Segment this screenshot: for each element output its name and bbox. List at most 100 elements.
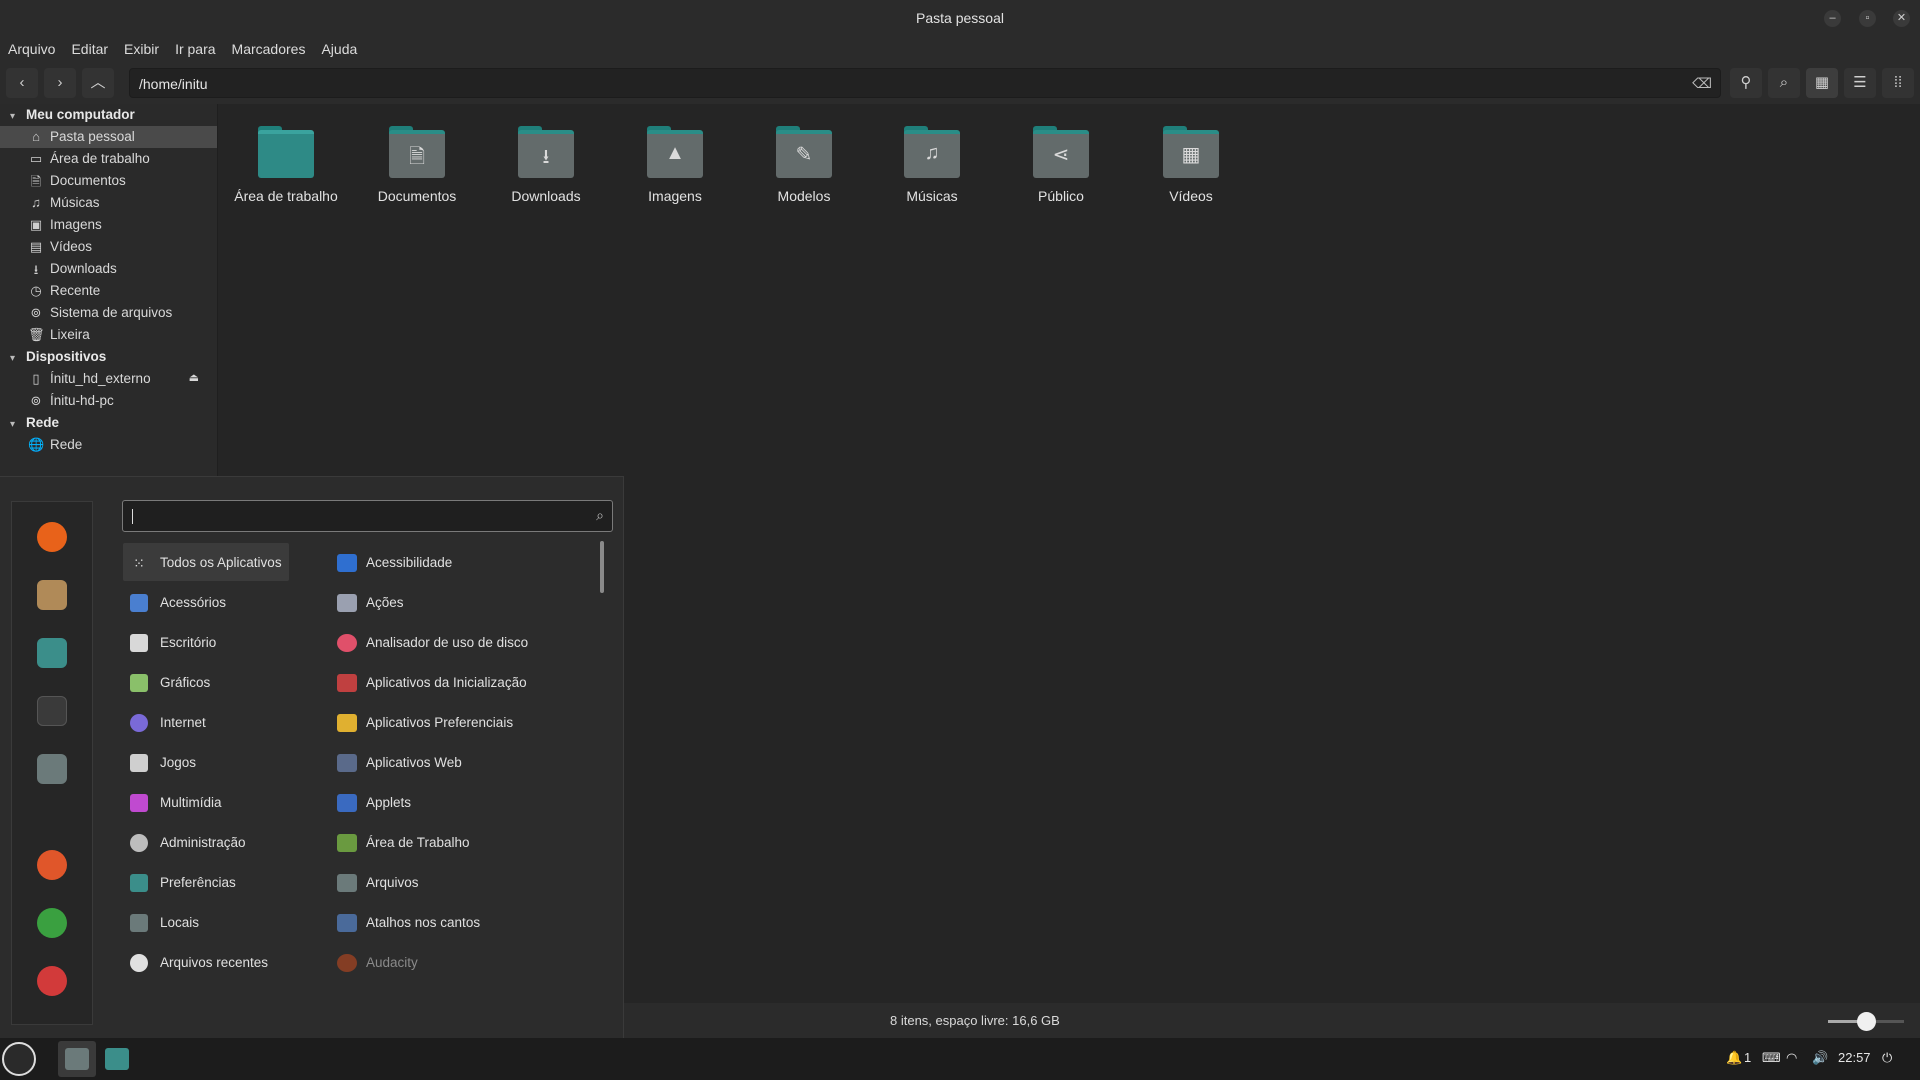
sidebar-item-recente[interactable]: ◷ Recente — [0, 280, 217, 302]
icon-view-button[interactable]: ▦ — [1806, 68, 1838, 98]
sidebar-item-downloads[interactable]: ⭳ Downloads — [0, 258, 217, 280]
sidebar-item-pc-drive[interactable]: ⊚ Ínitu-hd-pc — [0, 390, 217, 412]
power-tray-icon[interactable]: ⏻ — [1882, 1050, 1892, 1066]
settings-taskbar-button[interactable] — [98, 1041, 136, 1077]
terminal-icon[interactable] — [37, 696, 67, 726]
sidebar-section-dispositivos[interactable]: ▾ Dispositivos — [10, 349, 106, 364]
sidebar-item-imagens[interactable]: ▣ Imagens — [0, 214, 217, 236]
close-button[interactable]: ✕ — [1893, 10, 1910, 27]
folder-imagens[interactable]: ▲ Imagens — [620, 118, 730, 210]
hot-corners-icon — [337, 914, 357, 932]
app-arquivos[interactable]: Arquivos — [329, 863, 589, 901]
category-multimidia[interactable]: Multimídia — [123, 783, 289, 821]
app-area-de-trabalho[interactable]: Área de Trabalho — [329, 823, 589, 861]
power-icon[interactable] — [37, 966, 67, 996]
category-escritorio[interactable]: Escritório — [123, 623, 289, 661]
package-manager-icon[interactable] — [37, 580, 67, 610]
menu-editar[interactable]: Editar — [63, 36, 116, 62]
sidebar-item-rede[interactable]: 🌐 Rede — [0, 434, 217, 456]
compact-view-button[interactable]: ⁞⁞ — [1882, 68, 1914, 98]
disk-usage-icon — [337, 634, 357, 652]
preferences-icon — [130, 874, 148, 892]
app-aplicativos-preferenciais[interactable]: Aplicativos Preferenciais — [329, 703, 589, 741]
logout-icon[interactable] — [37, 908, 67, 938]
back-button[interactable]: ‹ — [6, 68, 38, 98]
menu-bar: Arquivo Editar Exibir Ir para Marcadores… — [0, 36, 1920, 62]
drive-icon: ⊚ — [30, 393, 42, 408]
sidebar-item-documentos[interactable]: 🗎 Documentos — [0, 170, 217, 192]
category-arquivos-recentes[interactable]: Arquivos recentes — [123, 943, 289, 981]
app-analisador-de-disco[interactable]: Analisador de uso de disco — [329, 623, 589, 661]
search-button[interactable]: ⌕ — [1768, 68, 1800, 98]
lock-screen-icon[interactable] — [37, 850, 67, 880]
app-search-input[interactable]: ⌕ — [122, 500, 613, 532]
toggle-location-button[interactable]: ⚲ — [1730, 68, 1762, 98]
location-bar[interactable]: /home/initu ⌫ — [129, 68, 1721, 98]
menu-marcadores[interactable]: Marcadores — [224, 36, 314, 62]
startup-apps-icon — [337, 674, 357, 692]
app-list-scrollbar[interactable] — [600, 541, 604, 593]
public-folder-icon: ⋖ — [1033, 126, 1089, 178]
menu-icon[interactable] — [2, 1042, 36, 1076]
category-preferencias[interactable]: Preferências — [123, 863, 289, 901]
desktop-icon: ▭ — [29, 151, 43, 166]
folder-modelos[interactable]: ✎ Modelos — [749, 118, 859, 210]
settings-icon[interactable] — [37, 638, 67, 668]
menu-exibir[interactable]: Exibir — [116, 36, 167, 62]
folder-area-de-trabalho[interactable]: Área de trabalho — [231, 118, 341, 210]
list-view-button[interactable]: ☰ — [1844, 68, 1876, 98]
folder-musicas[interactable]: ♫ Músicas — [877, 118, 987, 210]
folder-videos[interactable]: ▦ Vídeos — [1136, 118, 1246, 210]
folder-downloads[interactable]: ⭳ Downloads — [491, 118, 601, 210]
eject-icon[interactable]: ⏏ — [189, 371, 199, 384]
keyboard-icon[interactable]: ⌨ — [1762, 1050, 1781, 1066]
category-jogos[interactable]: Jogos — [123, 743, 289, 781]
sidebar-item-external-drive[interactable]: ▯ Ínitu_hd_externo ⏏ — [0, 368, 217, 390]
app-acessibilidade[interactable]: Acessibilidade — [329, 543, 589, 581]
volume-icon[interactable]: 🔊 — [1812, 1050, 1828, 1066]
sidebar-item-videos[interactable]: ▤ Vídeos — [0, 236, 217, 258]
clock[interactable]: 22:57 — [1838, 1050, 1871, 1065]
files-taskbar-button[interactable] — [58, 1041, 96, 1077]
category-internet[interactable]: Internet — [123, 703, 289, 741]
zoom-slider-handle[interactable] — [1857, 1012, 1876, 1031]
minimize-button[interactable]: – — [1824, 10, 1841, 27]
files-icon[interactable] — [37, 754, 67, 784]
category-graficos[interactable]: Gráficos — [123, 663, 289, 701]
up-button[interactable]: ︿ — [82, 68, 114, 98]
sidebar-section-rede[interactable]: ▾ Rede — [10, 415, 59, 430]
app-audacity[interactable]: Audacity — [329, 943, 589, 981]
home-icon: ⌂ — [32, 129, 40, 144]
maximize-button[interactable]: ▫ — [1859, 10, 1876, 27]
internet-icon — [130, 714, 148, 732]
forward-button[interactable]: › — [44, 68, 76, 98]
wifi-icon[interactable]: ◠ — [1786, 1050, 1797, 1066]
app-aplicativos-da-inicializacao[interactable]: Aplicativos da Inicialização — [329, 663, 589, 701]
notifications-icon[interactable]: 🔔 — [1726, 1050, 1742, 1066]
category-todos-os-aplicativos[interactable]: ⁙ Todos os Aplicativos — [123, 543, 289, 581]
app-aplicativos-web[interactable]: Aplicativos Web — [329, 743, 589, 781]
menu-ajuda[interactable]: Ajuda — [313, 36, 365, 62]
folder-documentos[interactable]: 🗎 Documentos — [362, 118, 472, 210]
sidebar-item-area-de-trabalho[interactable]: ▭ Área de trabalho — [0, 148, 217, 170]
pictures-folder-icon: ▲ — [647, 126, 703, 178]
sidebar-section-meu-computador[interactable]: ▾ Meu computador — [10, 107, 135, 122]
sidebar-item-lixeira[interactable]: 🗑 Lixeira — [0, 324, 217, 346]
menu-ir-para[interactable]: Ir para — [167, 36, 223, 62]
app-acoes[interactable]: Ações — [329, 583, 589, 621]
firefox-icon[interactable] — [37, 522, 67, 552]
clear-icon[interactable]: ⌫ — [1692, 75, 1712, 92]
sidebar-item-sistema-de-arquivos[interactable]: ⊚ Sistema de arquivos — [0, 302, 217, 324]
category-administracao[interactable]: Administração — [123, 823, 289, 861]
location-icon: ⚲ — [1740, 74, 1752, 91]
location-text[interactable]: /home/initu — [139, 76, 207, 92]
app-applets[interactable]: Applets — [329, 783, 589, 821]
category-acessorios[interactable]: Acessórios — [123, 583, 289, 621]
sidebar-item-musicas[interactable]: ♫ Músicas — [0, 192, 217, 214]
category-locais[interactable]: Locais — [123, 903, 289, 941]
sidebar-item-pasta-pessoal[interactable]: ⌂ Pasta pessoal — [0, 126, 217, 148]
app-atalhos-nos-cantos[interactable]: Atalhos nos cantos — [329, 903, 589, 941]
folder-publico[interactable]: ⋖ Público — [1006, 118, 1116, 210]
forward-icon: › — [57, 74, 63, 91]
menu-arquivo[interactable]: Arquivo — [0, 36, 63, 62]
